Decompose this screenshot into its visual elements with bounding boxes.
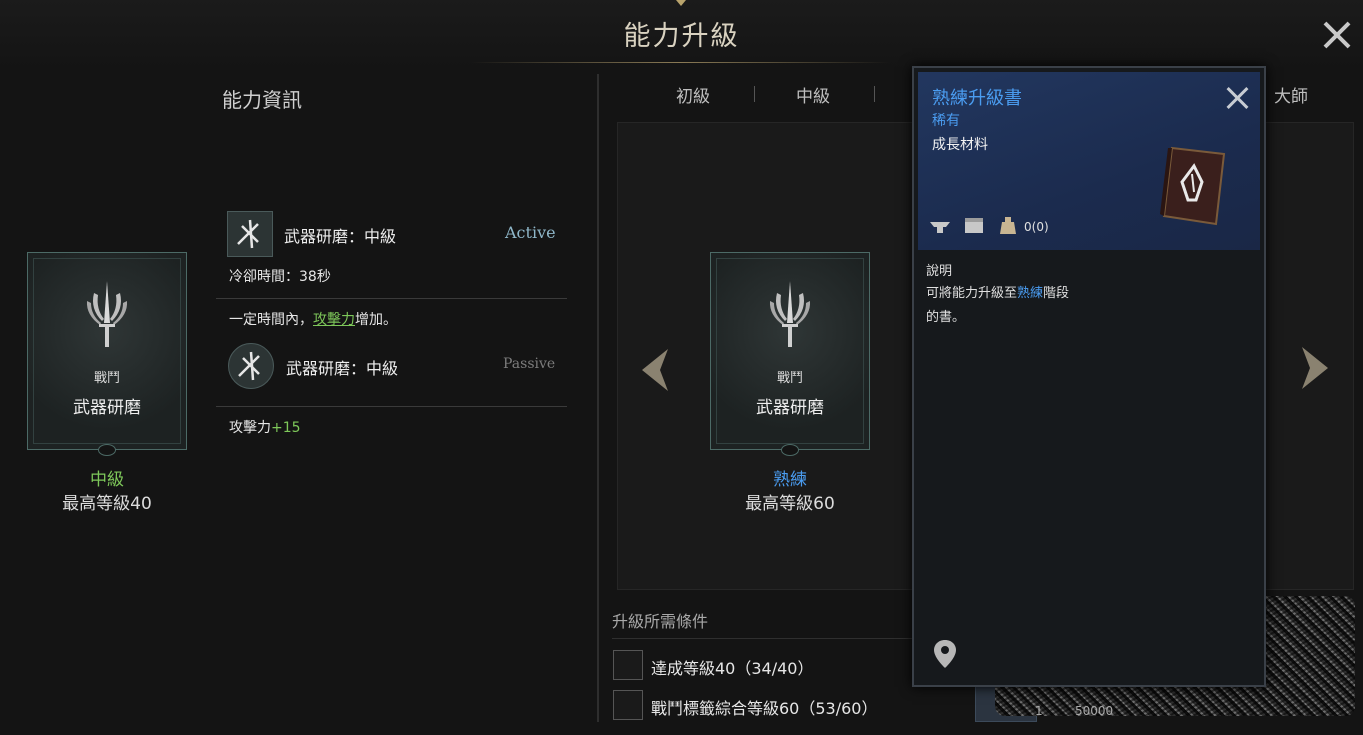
active-tag: Active xyxy=(505,223,556,242)
next-max-level: 最高等級60 xyxy=(745,494,835,514)
next-tier: 熟練 xyxy=(773,470,807,490)
current-tier: 中級 xyxy=(90,470,124,490)
window-title: 能力升級 xyxy=(623,21,740,52)
tab-beginner[interactable]: 初級 xyxy=(676,82,710,107)
requirement-combat-level: 戰鬥標籤綜合等級60（53/60） xyxy=(651,699,878,718)
card-ability-name: 武器研磨 xyxy=(756,398,824,418)
stat-line: 攻擊力+15 xyxy=(229,420,301,436)
anvil-icon xyxy=(930,222,950,233)
sword-emblem-icon xyxy=(86,281,128,347)
passive-skill-name: 武器研磨：中級 xyxy=(286,359,399,378)
requirement-checkbox[interactable] xyxy=(613,690,643,720)
requirement-level: 達成等級40（34/40） xyxy=(651,659,814,678)
separator xyxy=(612,638,912,639)
arrow-right-icon[interactable] xyxy=(1300,343,1332,393)
active-skill-icon xyxy=(227,211,273,257)
top-notch-icon xyxy=(676,0,686,6)
requirement-checkbox[interactable] xyxy=(613,650,643,680)
current-max-level: 最高等級40 xyxy=(62,494,152,514)
tooltip-count: 0(0) xyxy=(1024,220,1049,234)
cooldown-text: 冷卻時間：38秒 xyxy=(229,269,331,285)
sword-emblem-icon xyxy=(769,281,811,347)
tab-master[interactable]: 大師 xyxy=(1274,82,1308,107)
chest-icon xyxy=(965,218,983,233)
item-tooltip: 熟練升級書 稀有 成長材料 0(0) 說明 可將能力升級至熟練階段 的書。 xyxy=(912,66,1266,687)
section-title: 能力資訊 xyxy=(222,88,302,112)
close-icon[interactable] xyxy=(1320,18,1354,52)
panel-divider xyxy=(597,74,599,722)
passive-tag: Passive xyxy=(503,356,556,372)
effect-keyword[interactable]: 攻擊力 xyxy=(313,312,355,328)
skill-book-icon xyxy=(1160,146,1226,226)
tooltip-description: 可將能力升級至熟練階段 的書。 xyxy=(926,286,1070,325)
tooltip-close-icon[interactable] xyxy=(1224,84,1252,112)
cost-value: 50000 xyxy=(1075,704,1114,718)
tooltip-title: 熟練升級書 xyxy=(932,88,1022,109)
cost-qty: 1 xyxy=(1035,704,1043,718)
card-category: 戰鬥 xyxy=(93,371,120,386)
bag-icon xyxy=(1000,217,1016,234)
tooltip-type: 成長材料 xyxy=(932,137,988,153)
separator xyxy=(216,406,567,407)
tooltip-desc-title: 說明 xyxy=(926,264,953,279)
tab-intermediate[interactable]: 中級 xyxy=(796,82,830,107)
tooltip-rarity: 稀有 xyxy=(932,113,960,129)
title-divider xyxy=(470,62,890,63)
location-pin-icon[interactable] xyxy=(930,638,960,672)
card-category: 戰鬥 xyxy=(776,371,803,386)
card-ability-name: 武器研磨 xyxy=(73,398,141,418)
effect-text: 一定時間內，攻擊力增加。 xyxy=(229,312,397,328)
requirements-title: 升級所需條件 xyxy=(612,612,709,631)
next-ability-card: 戰鬥 武器研磨 xyxy=(710,252,870,456)
separator xyxy=(216,298,567,299)
active-skill-name: 武器研磨：中級 xyxy=(284,227,397,246)
arrow-left-icon[interactable] xyxy=(638,345,670,395)
passive-skill-icon xyxy=(228,343,274,389)
current-ability-card: 戰鬥 武器研磨 xyxy=(27,252,187,456)
